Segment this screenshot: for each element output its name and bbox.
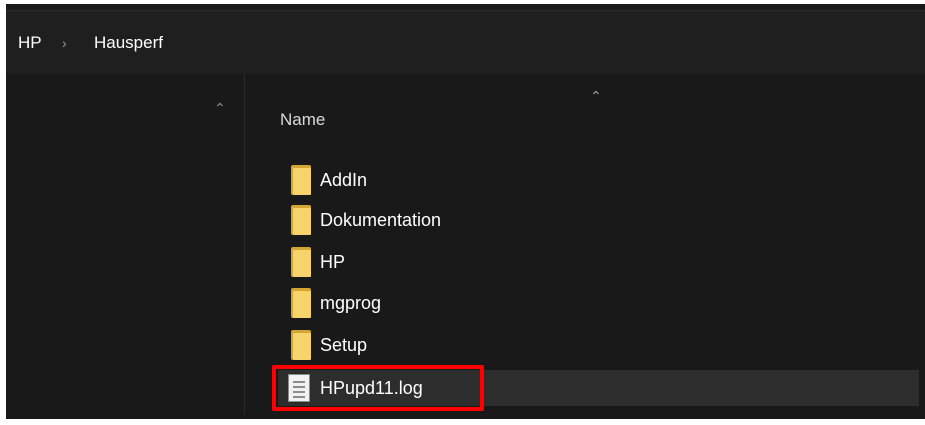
folder-icon — [291, 205, 311, 235]
item-label: Setup — [320, 334, 368, 355]
highlight-box — [272, 365, 484, 411]
list-item-addin[interactable]: AddIn — [278, 162, 919, 198]
list-item-dokumentation[interactable]: Dokumentation — [278, 202, 919, 238]
item-label: AddIn — [320, 169, 368, 190]
folder-icon — [291, 165, 311, 195]
breadcrumb-separator-icon: › — [62, 35, 67, 51]
folder-icon — [291, 330, 311, 360]
list-item-setup[interactable]: Setup — [278, 327, 919, 363]
folder-icon — [291, 288, 311, 318]
sort-ascending-icon: ⌃ — [590, 88, 602, 104]
item-label: HP — [320, 251, 346, 272]
address-bar[interactable]: HP › Hausperf — [6, 10, 925, 78]
nav-scroll-up-icon[interactable]: ⌃ — [214, 100, 226, 117]
column-header-name[interactable]: Name — [280, 110, 325, 130]
breadcrumb-hp[interactable]: HP — [18, 33, 42, 53]
list-item-hp[interactable]: HP — [278, 244, 919, 280]
breadcrumb-hausperf[interactable]: Hausperf — [94, 33, 163, 53]
folder-icon — [291, 247, 311, 277]
item-label: Dokumentation — [320, 209, 442, 230]
list-item-mgprog[interactable]: mgprog — [278, 285, 919, 321]
navigation-pane-panel — [6, 74, 244, 415]
item-label: mgprog — [320, 292, 382, 313]
